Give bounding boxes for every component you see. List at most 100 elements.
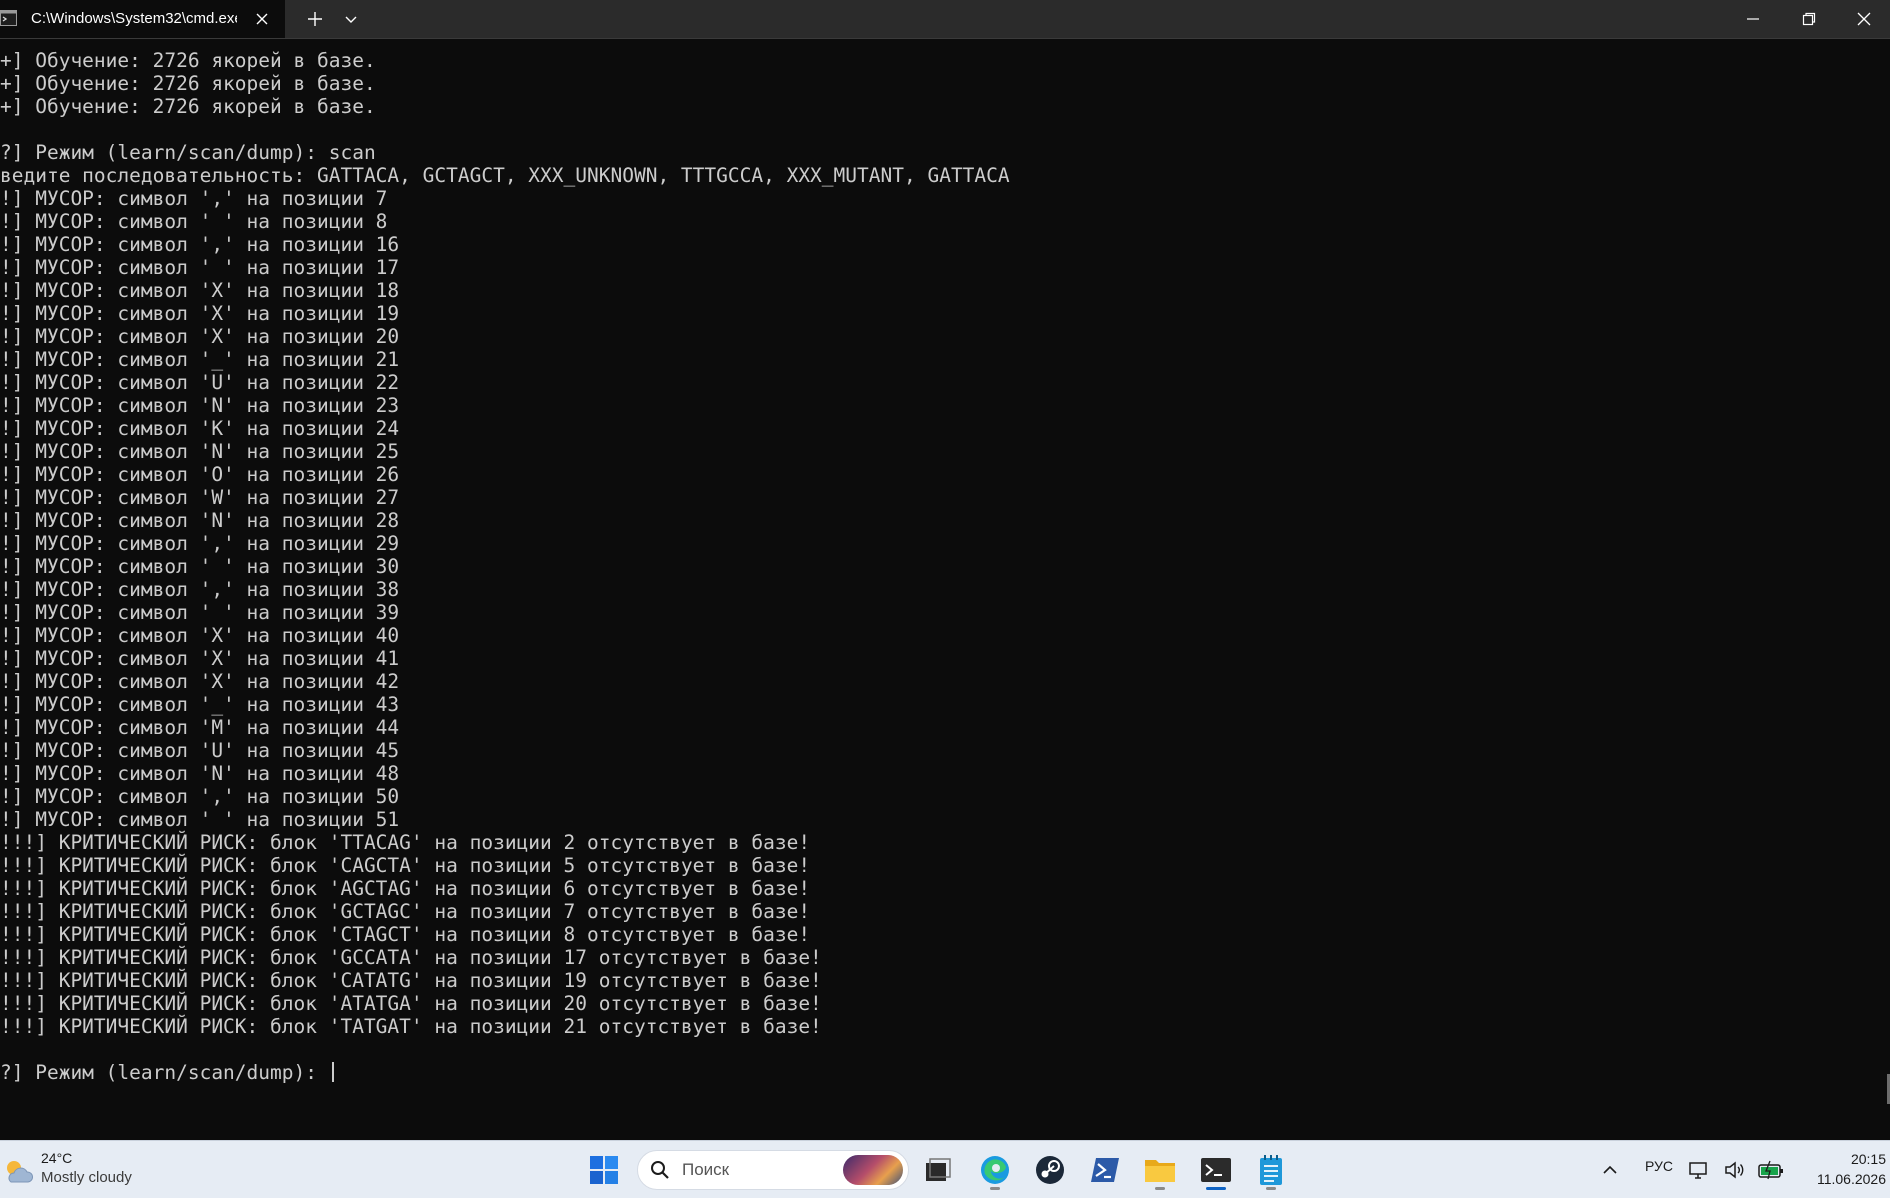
terminal-line: !] МУСОР: символ 'X' на позиции 20: [0, 325, 400, 348]
terminal-line: !] МУСОР: символ 'X' на позиции 42: [0, 670, 400, 693]
terminal-line: +] Обучение: 2726 якорей в базе.: [0, 49, 376, 72]
minimize-icon: [1747, 18, 1759, 20]
plus-icon: [308, 12, 322, 26]
edge-browser-icon: [981, 1156, 1009, 1184]
terminal-prompt: ?] Режим (learn/scan/dump):: [0, 1061, 329, 1084]
taskbar-search[interactable]: Поиск: [637, 1150, 909, 1190]
steam-app[interactable]: [1030, 1150, 1070, 1190]
terminal-line: !] МУСОР: символ 'M' на позиции 44: [0, 716, 400, 739]
terminal-line: !] МУСОР: символ 'X' на позиции 40: [0, 624, 400, 647]
terminal-line: !!!] КРИТИЧЕСКИЙ РИСК: блок 'ATATGA' на …: [0, 992, 822, 1015]
tab-dropdown-button[interactable]: [338, 0, 364, 38]
clock-time: 20:15: [1850, 1151, 1886, 1167]
active-indicator: [1206, 1187, 1226, 1190]
terminal-prompt-line[interactable]: ?] Режим (learn/scan/dump):: [0, 1061, 1890, 1084]
input-language[interactable]: РУС: [1645, 1158, 1673, 1174]
close-tab-icon[interactable]: [252, 9, 272, 29]
speaker-icon: [1725, 1161, 1744, 1179]
terminal-line: !!!] КРИТИЧЕСКИЙ РИСК: блок 'TATGAT' на …: [0, 1015, 822, 1038]
close-icon: [1857, 12, 1870, 26]
network-icon: [1689, 1162, 1707, 1179]
terminal-line: !] МУСОР: символ ',' на позиции 7: [0, 187, 388, 210]
task-view-icon: [926, 1158, 951, 1181]
terminal-line: ?] Режим (learn/scan/dump): scan: [0, 141, 376, 164]
terminal-line: ведите последовательность: GATTACA, GCTA…: [0, 164, 1010, 187]
terminal-line: !] МУСОР: символ 'N' на позиции 48: [0, 762, 400, 785]
terminal-line: !] МУСОР: символ 'W' на позиции 27: [0, 486, 400, 509]
terminal-line: !] МУСОР: символ ',' на позиции 29: [0, 532, 400, 555]
terminal-line: !] МУСОР: символ ' ' на позиции 8: [0, 210, 388, 233]
tab-cmd[interactable]: C:\Windows\System32\cmd.exe: [0, 0, 285, 38]
show-hidden-icons-button[interactable]: [1590, 1150, 1630, 1190]
cloudy-weather-icon: [2, 1157, 34, 1189]
terminal-line: !] МУСОР: символ ' ' на позиции 39: [0, 601, 400, 624]
running-indicator: [990, 1187, 1000, 1190]
notepad-icon: [1260, 1155, 1282, 1185]
minimize-button[interactable]: [1725, 0, 1781, 38]
terminal-line: !] МУСОР: символ 'U' на позиции 45: [0, 739, 400, 762]
battery-status[interactable]: [1755, 1150, 1787, 1190]
running-indicator: [1266, 1187, 1276, 1190]
terminal-line: !!!] КРИТИЧЕСКИЙ РИСК: блок 'CAGCTA' на …: [0, 854, 811, 877]
clock-date: 11.06.2026: [1816, 1171, 1886, 1187]
terminal-line: !] МУСОР: символ ' ' на позиции 17: [0, 256, 400, 279]
terminal-line: !] МУСОР: символ '_' на позиции 43: [0, 693, 400, 716]
terminal-line: !] МУСОР: символ ' ' на позиции 30: [0, 555, 400, 578]
restore-button[interactable]: [1781, 0, 1837, 38]
terminal-app[interactable]: [1196, 1150, 1236, 1190]
terminal-line: !!!] КРИТИЧЕСКИЙ РИСК: блок 'GCCATA' на …: [0, 946, 822, 969]
terminal-app-icon: [1201, 1158, 1231, 1182]
terminal-line: !] МУСОР: символ ',' на позиции 50: [0, 785, 400, 808]
running-indicator: [1155, 1187, 1165, 1190]
system-clock[interactable]: 20:15 11.06.2026: [1790, 1149, 1886, 1189]
windows-start-icon: [590, 1156, 618, 1184]
terminal-output[interactable]: +] Обучение: 2726 якорей в базе. +] Обуче…: [0, 49, 1890, 1084]
search-icon: [650, 1160, 670, 1184]
terminal-line: !] МУСОР: символ 'X' на позиции 41: [0, 647, 400, 670]
battery-charging-icon: [1758, 1160, 1783, 1180]
close-window-button[interactable]: [1837, 0, 1890, 38]
steam-icon: [1036, 1156, 1064, 1184]
terminal-line: !!!] КРИТИЧЕСКИЙ РИСК: блок 'CATATG' на …: [0, 969, 822, 992]
weather-condition: Mostly cloudy: [41, 1169, 132, 1186]
terminal-icon: [0, 9, 17, 27]
terminal-line: +] Обучение: 2726 якорей в базе.: [0, 72, 376, 95]
new-tab-button[interactable]: [300, 0, 330, 38]
search-placeholder: Поиск: [682, 1160, 730, 1179]
terminal-line: !] МУСОР: символ 'K' на позиции 24: [0, 417, 400, 440]
text-cursor: [331, 1062, 334, 1082]
edge-app[interactable]: [975, 1150, 1015, 1190]
terminal-line: !!!] КРИТИЧЕСКИЙ РИСК: блок 'TTACAG' на …: [0, 831, 811, 854]
terminal-line: !] МУСОР: символ ',' на позиции 38: [0, 578, 400, 601]
task-view-button[interactable]: [918, 1150, 958, 1190]
file-explorer-app[interactable]: [1140, 1150, 1180, 1190]
terminal-line: !] МУСОР: символ ' ' на позиции 51: [0, 808, 400, 831]
terminal-line: !] МУСОР: символ 'N' на позиции 23: [0, 394, 400, 417]
weather-widget[interactable]: 24°C Mostly cloudy: [0, 1149, 160, 1193]
notepad-app[interactable]: [1251, 1150, 1291, 1190]
terminal-line: !] МУСОР: символ 'X' на позиции 18: [0, 279, 400, 302]
terminal-line: !] МУСОР: символ 'O' на позиции 26: [0, 463, 400, 486]
restore-icon: [1802, 12, 1816, 26]
folder-icon: [1145, 1160, 1175, 1182]
weather-temp: 24°C: [41, 1150, 73, 1166]
network-status[interactable]: [1685, 1150, 1711, 1190]
terminal-line: !] МУСОР: символ ',' на позиции 16: [0, 233, 400, 256]
terminal-line: !] МУСОР: символ 'N' на позиции 28: [0, 509, 400, 532]
search-highlight-image: [843, 1155, 903, 1185]
terminal-line: !!!] КРИТИЧЕСКИЙ РИСК: блок 'GCTAGC' на …: [0, 900, 811, 923]
powershell-app[interactable]: [1085, 1150, 1125, 1190]
chevron-up-icon: [1603, 1165, 1617, 1174]
terminal-line: !] МУСОР: символ 'U' на позиции 22: [0, 371, 400, 394]
tab-title: C:\Windows\System32\cmd.exe: [31, 10, 237, 27]
powershell-icon: [1091, 1158, 1119, 1182]
title-bar: C:\Windows\System32\cmd.exe: [0, 0, 1890, 39]
start-button[interactable]: [584, 1150, 624, 1190]
terminal-line: +] Обучение: 2726 якорей в базе.: [0, 95, 376, 118]
terminal-line: !] МУСОР: символ '_' на позиции 21: [0, 348, 400, 371]
terminal-line: !!!] КРИТИЧЕСКИЙ РИСК: блок 'CTAGCT' на …: [0, 923, 811, 946]
terminal-line: !] МУСОР: символ 'X' на позиции 19: [0, 302, 400, 325]
volume-control[interactable]: [1722, 1150, 1748, 1190]
